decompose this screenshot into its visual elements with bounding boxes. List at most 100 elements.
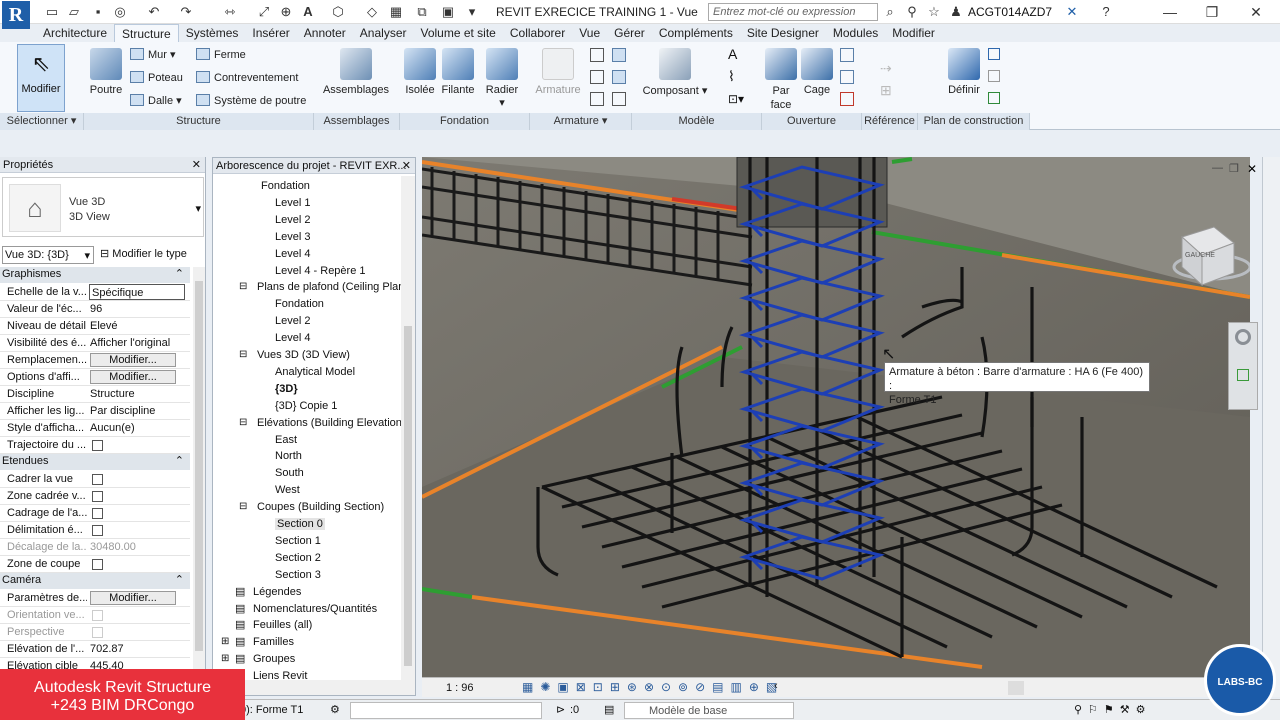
panel-select[interactable]: Sélectionner ▾ [0, 113, 84, 130]
browser-item[interactable]: ⊞ ▤ Familles [221, 634, 294, 650]
exchange-icon[interactable]: ✕ [1064, 4, 1080, 20]
set-workplane-button[interactable]: Définir [944, 48, 984, 96]
switch-windows-icon[interactable]: ▣ [440, 4, 456, 20]
filter-icons[interactable]: ⚲⚐⚑⚒⚙ [1074, 703, 1152, 716]
property-row[interactable]: Options d'affi... Modifier... [0, 369, 190, 386]
close-hidden-icon[interactable]: ⧉ [414, 4, 430, 20]
tab-10[interactable]: Compléments [652, 24, 740, 42]
property-row[interactable]: Trajectoire du ... [0, 437, 190, 454]
browser-item[interactable]: Level 2 [275, 313, 310, 329]
path-rebar-icon[interactable] [590, 70, 604, 84]
browser-item[interactable]: {3D} [275, 381, 298, 397]
model-group-icon[interactable]: ⊡▾ [728, 92, 744, 106]
isolated-footing-button[interactable]: Isolée [402, 48, 438, 96]
browser-item[interactable]: ⊟ Vues 3D (3D View) [239, 347, 350, 363]
modify-property-button[interactable]: Modifier... [90, 591, 176, 605]
section-icon[interactable]: ◇ [364, 4, 380, 20]
tab-5[interactable]: Analyser [353, 24, 414, 42]
connections-button[interactable]: Assemblages [322, 48, 390, 96]
property-value[interactable]: Par discipline [90, 403, 186, 419]
close-button[interactable]: ✕ [1236, 2, 1276, 22]
property-row[interactable]: Discipline Structure [0, 386, 190, 403]
restore-button[interactable]: ❐ [1192, 2, 1232, 22]
subscription-icon[interactable]: ⚲ [904, 4, 920, 20]
thin-lines-icon[interactable]: ▦ [388, 4, 404, 20]
type-selector[interactable]: ⌂ Vue 3D 3D View ▾ [2, 177, 204, 237]
property-row[interactable]: Cadrer la vue [0, 471, 190, 488]
property-checkbox[interactable] [92, 491, 103, 502]
edit-type-button[interactable]: ⊟ Modifier le type [100, 247, 187, 260]
model-line-icon[interactable]: ⌇ [728, 68, 735, 85]
search-input[interactable]: Entrez mot-clé ou expression [708, 3, 878, 21]
property-row[interactable]: Style d'afficha... Aucun(e) [0, 420, 190, 437]
grid-icon[interactable]: ⊞ [880, 82, 892, 99]
qa-dropdown-icon[interactable]: ▾ [464, 4, 480, 20]
browser-item[interactable]: Fondation [261, 178, 310, 194]
reference-plane-icon[interactable]: ⇢ [880, 60, 892, 77]
browser-item[interactable]: Section 1 [275, 533, 321, 549]
minimize-button[interactable]: — [1150, 2, 1190, 22]
expand-icon[interactable]: ⊞ [221, 634, 229, 650]
browser-item[interactable]: Level 3 [275, 229, 310, 245]
save-icon[interactable]: ▪ [90, 4, 106, 20]
browser-item[interactable]: Section 0 [275, 516, 325, 532]
view-control-icons[interactable]: ▦✺▣⊠⊡⊞⊛⊗⊙⊚⊘▤▥⊕▧ [522, 680, 784, 694]
property-row[interactable]: Elévation de l'... 702.87 [0, 641, 190, 658]
property-value[interactable]: 96 [90, 301, 186, 317]
wall-footing-button[interactable]: Filante [440, 48, 476, 96]
column-button[interactable]: Poteau [130, 71, 183, 84]
tab-11[interactable]: Site Designer [740, 24, 826, 42]
model-text-icon[interactable]: A [728, 46, 737, 62]
show-workplane-icon[interactable] [988, 48, 1000, 60]
close-icon[interactable]: ✕ [402, 159, 411, 173]
section-camera[interactable]: Caméra ⌃ [0, 573, 190, 589]
view-minimize-icon[interactable]: — [1212, 162, 1223, 174]
help-icon[interactable]: ? [1098, 4, 1114, 20]
tab-2[interactable]: Systèmes [179, 24, 246, 42]
undo-icon[interactable]: ↶ [146, 4, 162, 20]
rebar-button[interactable]: Armature [534, 48, 582, 96]
modify-property-button[interactable]: Modifier... [90, 370, 176, 384]
tab-0[interactable]: Architecture [36, 24, 114, 42]
browser-item[interactable]: {3D} Copie 1 [275, 398, 337, 414]
ref-plane-icon[interactable] [988, 70, 1000, 82]
redo-icon[interactable]: ↷ [178, 4, 194, 20]
browser-scrollbar[interactable] [401, 176, 415, 680]
viewer-icon[interactable] [988, 92, 1000, 104]
zoom-icon[interactable] [1237, 369, 1249, 381]
view-selector[interactable]: Vue 3D: {3D} ▾ [2, 246, 94, 264]
property-row[interactable]: Orientation ve... [0, 607, 190, 624]
open-icon[interactable]: ▭ [44, 4, 60, 20]
property-row[interactable]: Visibilité des é... Afficher l'original [0, 335, 190, 352]
property-checkbox[interactable] [92, 525, 103, 536]
property-value[interactable]: Afficher l'original [90, 335, 186, 351]
browser-item[interactable]: Analytical Model [275, 364, 355, 380]
property-value[interactable]: Aucun(e) [90, 420, 186, 436]
property-row[interactable]: Niveau de détail Elevé [0, 318, 190, 335]
property-row[interactable]: Délimitation é... [0, 522, 190, 539]
viewport-scrollbar[interactable] [1262, 157, 1280, 697]
property-value[interactable]: 702.87 [90, 641, 186, 657]
property-row[interactable]: Perspective [0, 624, 190, 641]
view-close-icon[interactable]: ✕ [1247, 162, 1257, 176]
tab-1[interactable]: Structure [114, 24, 179, 42]
browser-item[interactable]: ▤ Feuilles (all) [235, 617, 312, 633]
browser-item[interactable]: Level 4 [275, 330, 310, 346]
user-icon[interactable]: ♟ [948, 4, 964, 20]
modify-button[interactable]: ⇖ Modifier [17, 44, 65, 112]
property-value[interactable]: 30480.00 [90, 539, 186, 555]
property-row[interactable]: Echelle de la v... Spécifique [0, 284, 190, 301]
navigation-bar[interactable] [1228, 322, 1258, 410]
browser-item[interactable]: North [275, 448, 302, 464]
property-row[interactable]: Décalage de la... 30480.00 [0, 539, 190, 556]
browser-item[interactable]: ▤ Légendes [235, 584, 301, 600]
slab-foundation-button[interactable]: Radier ▾ [484, 48, 520, 109]
expand-icon[interactable]: ⊞ [221, 651, 229, 667]
collapse-icon[interactable]: ⊟ [239, 279, 247, 295]
view-scale[interactable]: 1 : 96 [446, 682, 474, 694]
property-row[interactable]: Cadrage de l'a... [0, 505, 190, 522]
collapse-icon[interactable]: ⊟ [239, 347, 247, 363]
tab-8[interactable]: Vue [572, 24, 607, 42]
property-value-input[interactable]: Spécifique [89, 284, 185, 300]
property-checkbox[interactable] [92, 627, 103, 638]
